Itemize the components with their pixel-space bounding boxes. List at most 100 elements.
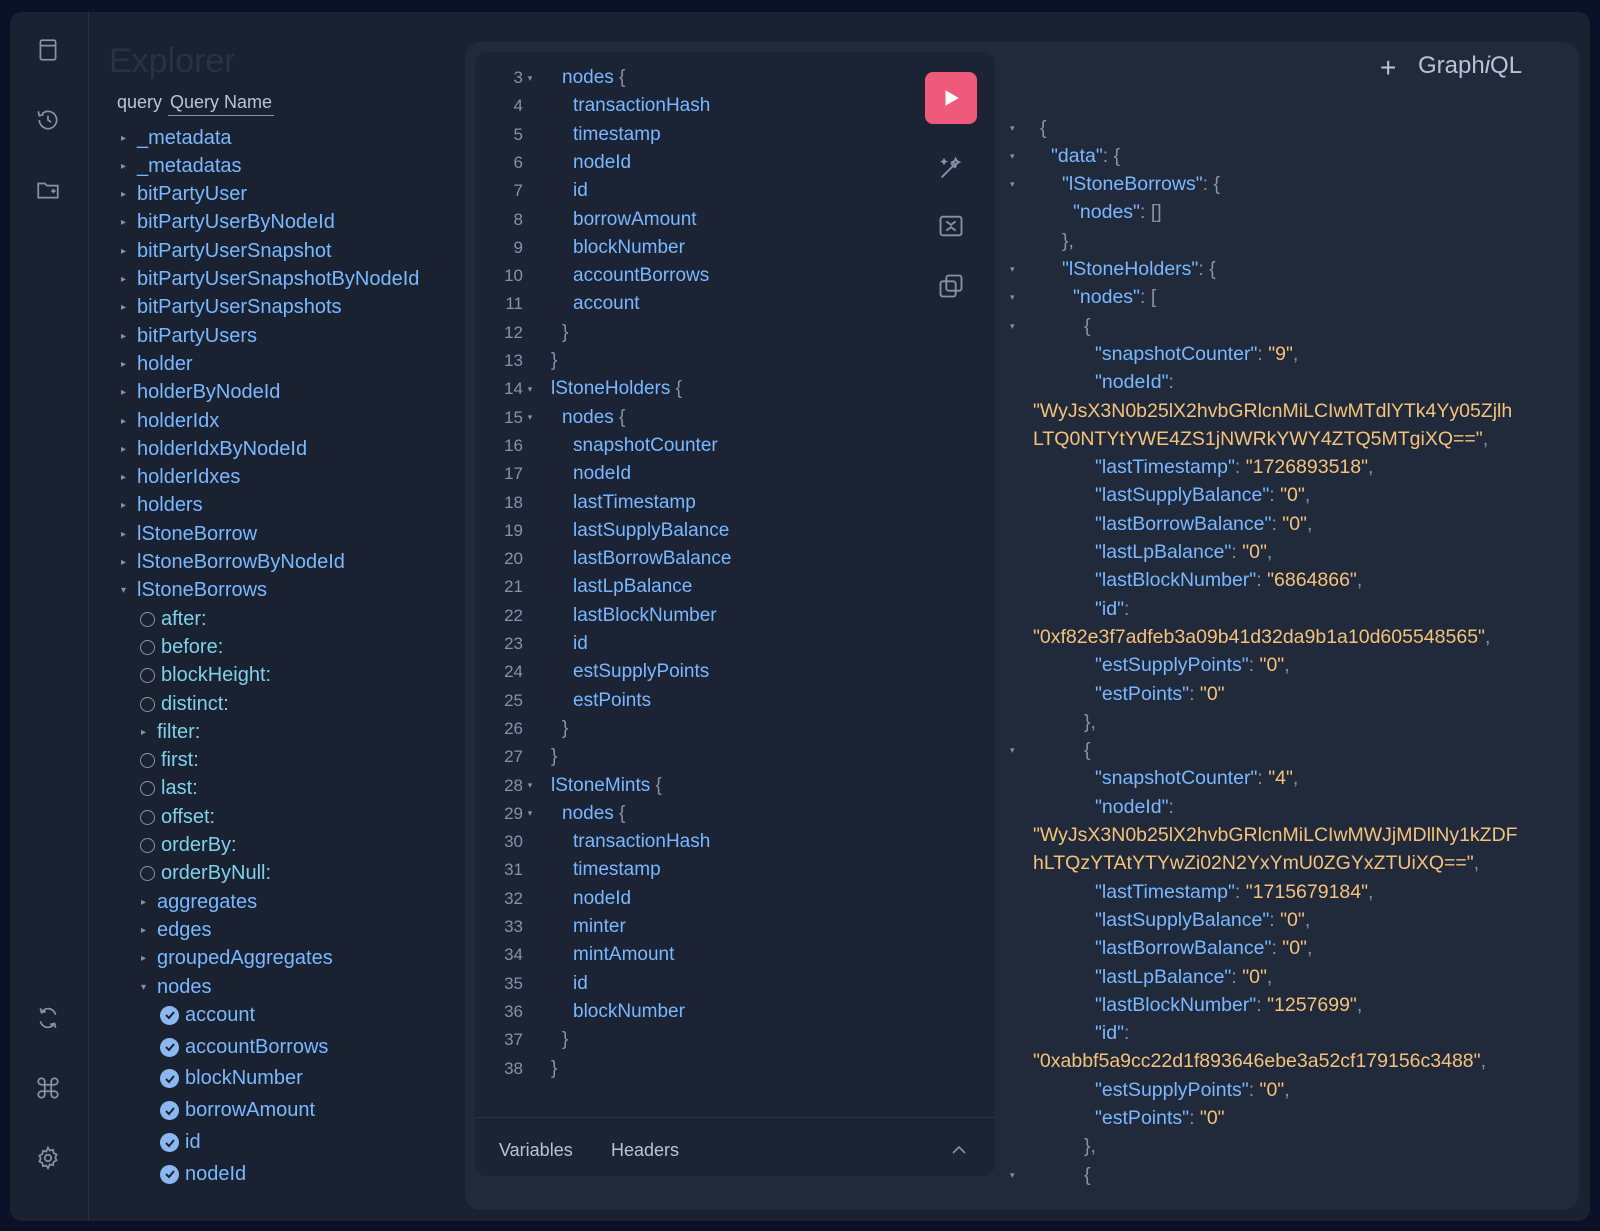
explorer-field[interactable]: ▸ bitPartyUserSnapshotByNodeId (121, 266, 419, 294)
explorer-checked-field[interactable]: borrowAmount (160, 1097, 315, 1125)
explorer-field[interactable]: ▸ lStoneBorrowByNodeId (121, 549, 345, 577)
json-sep: : (1248, 654, 1260, 677)
code-line: 11 account (475, 290, 639, 318)
refetch-icon[interactable] (30, 1000, 66, 1036)
json-key: "id" (1095, 1022, 1125, 1045)
explorer-subfield[interactable]: ▸ edges (141, 916, 212, 944)
query-editor[interactable]: 3 ▾ nodes {4 transactionHash 5 timestamp 6 node… (475, 52, 995, 1176)
explorer-field[interactable]: ▸ bitPartyUserSnapshot (121, 237, 332, 265)
fold-caret-icon[interactable]: ▾ (1010, 292, 1040, 303)
execute-query-button[interactable] (925, 72, 977, 124)
explorer-arg[interactable]: first: (140, 747, 199, 775)
json-punct: [ (1150, 286, 1157, 309)
explorer-subfield[interactable]: ▾ nodes (141, 973, 212, 1001)
fold-caret-icon[interactable]: ▾ (523, 780, 537, 791)
line-number: 7 (513, 181, 523, 201)
explorer-checked-field[interactable]: accountBorrows (160, 1033, 328, 1061)
explorer-arg[interactable]: after: (140, 605, 207, 633)
json-punct: , (1284, 654, 1290, 677)
explorer-field[interactable]: ▸ bitPartyUserSnapshots (121, 294, 342, 322)
explorer-arg[interactable]: before: (140, 633, 223, 661)
tree-item-label: distinct: (161, 692, 229, 715)
line-number: 35 (504, 973, 523, 993)
explorer-field[interactable]: ▸ holderIdx (121, 407, 219, 435)
explorer-field[interactable]: ▸ _metadata (121, 124, 232, 152)
tree-item-label: after: (161, 607, 207, 630)
caret-right-icon: ▸ (121, 217, 127, 229)
settings-icon[interactable] (30, 1140, 66, 1176)
result-line: ▾ "lStoneHolders": { (1010, 256, 1216, 284)
caret-down-icon: ▾ (121, 585, 127, 597)
json-value: "WyJsX3N0b25lX2hvbGRlcnMiLCIwMWJjMDllNy1… (1033, 824, 1518, 846)
explorer-arg[interactable]: last: (140, 775, 198, 803)
line-number: 3 (513, 68, 523, 87)
explorer-field[interactable]: ▸ bitPartyUser (121, 181, 247, 209)
code-line: 7 id (475, 177, 588, 205)
fold-caret-icon[interactable]: ▾ (523, 384, 537, 395)
caret-right-icon: ▸ (121, 557, 127, 568)
code-token: lastBlockNumber (573, 604, 717, 626)
json-punct: }, (1084, 1135, 1096, 1158)
explorer-checked-field[interactable]: account (160, 1001, 255, 1029)
explorer-checked-field[interactable]: blockNumber (160, 1065, 303, 1093)
chevron-up-icon[interactable] (951, 1144, 967, 1156)
fold-caret-icon[interactable]: ▾ (1010, 123, 1040, 134)
fold-caret-icon[interactable]: ▾ (1010, 321, 1040, 332)
fold-caret-icon[interactable]: ▾ (1010, 1170, 1040, 1181)
explorer-field[interactable]: ▸ holders (121, 492, 203, 520)
code-line: 8 borrowAmount (475, 206, 697, 234)
json-key: "estPoints" (1095, 682, 1190, 705)
shortcuts-icon[interactable] (30, 1070, 66, 1106)
explorer-field[interactable]: ▸ bitPartyUserByNodeId (121, 209, 335, 237)
explorer-field[interactable]: ▸ bitPartyUsers (121, 322, 257, 350)
line-number: 12 (504, 322, 523, 342)
fold-caret-icon[interactable]: ▾ (523, 73, 537, 84)
add-tab-icon[interactable]: + (1380, 52, 1396, 84)
line-number: 36 (504, 1001, 523, 1021)
fold-caret-icon[interactable]: ▾ (1010, 179, 1040, 190)
copy-query-icon[interactable] (935, 270, 967, 302)
line-number: 20 (504, 549, 523, 569)
explorer-arg[interactable]: orderByNull: (140, 860, 271, 888)
merge-fragments-icon[interactable] (935, 210, 967, 242)
explorer-field[interactable]: ▸ holderByNodeId (121, 379, 280, 407)
explorer-arg[interactable]: blockHeight: (140, 662, 271, 690)
result-line: "estPoints": "0" (1010, 1105, 1225, 1133)
result-line: "nodeId": (1010, 793, 1174, 821)
explorer-subfield[interactable]: ▸ groupedAggregates (141, 945, 333, 973)
json-key: "snapshotCounter" (1095, 767, 1258, 790)
fold-caret-icon[interactable]: ▾ (523, 808, 537, 819)
explorer-subfield[interactable]: ▸ aggregates (141, 888, 257, 916)
fold-caret-icon[interactable]: ▾ (1010, 151, 1040, 162)
json-value: "0" (1280, 908, 1305, 931)
json-punct: , (1480, 1050, 1486, 1073)
fold-caret-icon[interactable]: ▾ (1010, 745, 1040, 756)
history-icon[interactable] (30, 102, 66, 138)
explorer-field[interactable]: ▸ lStoneBorrow (121, 520, 257, 548)
explorer-checked-field[interactable]: id (160, 1129, 201, 1157)
explorer-field[interactable]: ▾ lStoneBorrows (121, 577, 267, 605)
explorer-arg[interactable]: orderBy: (140, 832, 237, 860)
json-punct: , (1284, 1078, 1290, 1101)
fold-caret-icon[interactable]: ▾ (523, 412, 537, 423)
prettify-icon[interactable] (935, 152, 967, 184)
explorer-arg[interactable]: ▸ filter: (141, 718, 200, 746)
tab-variables[interactable]: Variables (499, 1140, 573, 1161)
explorer-field[interactable]: ▸ holder (121, 350, 193, 378)
explorer-arg[interactable]: distinct: (140, 690, 229, 718)
json-key: "lastBlockNumber" (1095, 569, 1257, 592)
json-punct: , (1368, 456, 1374, 479)
explorer-icon[interactable] (30, 172, 66, 208)
json-key: "estSupplyPoints" (1095, 1078, 1249, 1101)
tab-headers[interactable]: Headers (611, 1140, 679, 1161)
query-name-input[interactable]: Query Name (168, 92, 275, 116)
explorer-field[interactable]: ▸ holderIdxByNodeId (121, 435, 307, 463)
explorer-arg[interactable]: offset: (140, 803, 215, 831)
explorer-checked-field[interactable]: nodeId (160, 1160, 246, 1188)
explorer-field[interactable]: ▸ holderIdxes (121, 464, 240, 492)
fold-caret-icon[interactable]: ▾ (1010, 264, 1040, 275)
json-key: "data" (1051, 144, 1103, 167)
explorer-field[interactable]: ▸ _metadatas (121, 152, 242, 180)
code-token: timestamp (573, 859, 661, 881)
docs-icon[interactable] (30, 32, 66, 68)
